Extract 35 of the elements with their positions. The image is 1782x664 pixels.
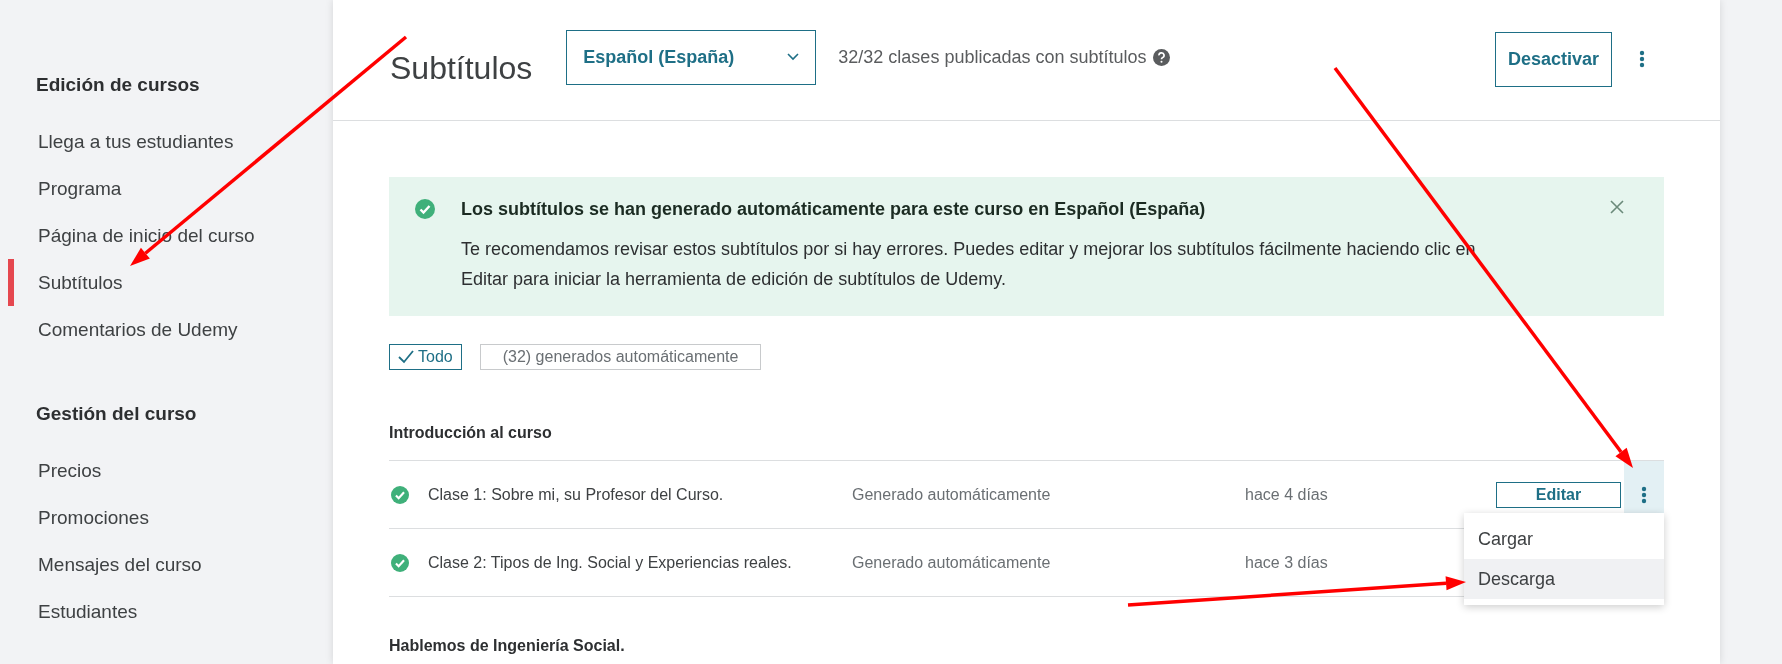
deactivate-button[interactable]: Desactivar: [1494, 31, 1612, 87]
check-circle-icon: [415, 199, 435, 219]
checkmark-icon: [398, 350, 414, 364]
sidebar-item[interactable]: Estudiantes: [8, 588, 333, 635]
more-icon: [1641, 485, 1647, 504]
menu-item[interactable]: Descarga: [1464, 559, 1664, 599]
sidebar-item[interactable]: Precios: [8, 447, 333, 494]
sidebar-item[interactable]: Llega a tus estudiantes: [8, 118, 333, 165]
status-text: Generado automáticamente: [852, 485, 1052, 504]
check-circle-icon: [391, 485, 409, 504]
sidebar-item[interactable]: Comentarios de Udemy: [8, 306, 333, 353]
chevron-down-icon: [787, 53, 800, 61]
sidebar-heading: Gestión del curso: [35, 403, 198, 425]
more-icon: [1639, 50, 1645, 68]
filter-chip[interactable]: (32) generados automáticamente: [479, 344, 762, 370]
check-circle-icon: [391, 553, 409, 572]
section-heading: Introducción al curso: [389, 424, 552, 441]
date-text: hace 4 días: [1245, 485, 1329, 504]
menu-item[interactable]: Cargar: [1464, 519, 1664, 559]
sidebar-item[interactable]: Mensajes del curso: [8, 541, 333, 588]
lecture-title: Clase 1: Sobre mi, su Profesor del Curso.: [428, 485, 725, 504]
language-dropdown[interactable]: Español (España): [566, 29, 817, 85]
edit-button[interactable]: Editar: [1496, 481, 1621, 508]
status-text: Generado automáticamente: [852, 553, 1052, 572]
page-title: Subtítulos: [390, 49, 533, 87]
sidebar-heading: Edición de cursos: [35, 74, 201, 96]
filter-chip[interactable]: Todo: [389, 344, 462, 370]
help-icon[interactable]: [1152, 48, 1170, 66]
sidebar-item[interactable]: Programa: [8, 165, 333, 212]
banner-title: Los subtítulos se han generado automáticamente para este curso en Español (España): [461, 199, 1207, 220]
date-text: hace 3 días: [1245, 553, 1329, 572]
sidebar-item[interactable]: Promociones: [8, 494, 333, 541]
section-heading: Hablemos de Ingeniería Social.: [389, 637, 625, 654]
subtitle-summary: 32/32 clases publicadas con subtítulos: [838, 46, 1147, 68]
lecture-title: Clase 2: Tipos de Ing. Social y Experiencias reales.: [428, 553, 793, 572]
